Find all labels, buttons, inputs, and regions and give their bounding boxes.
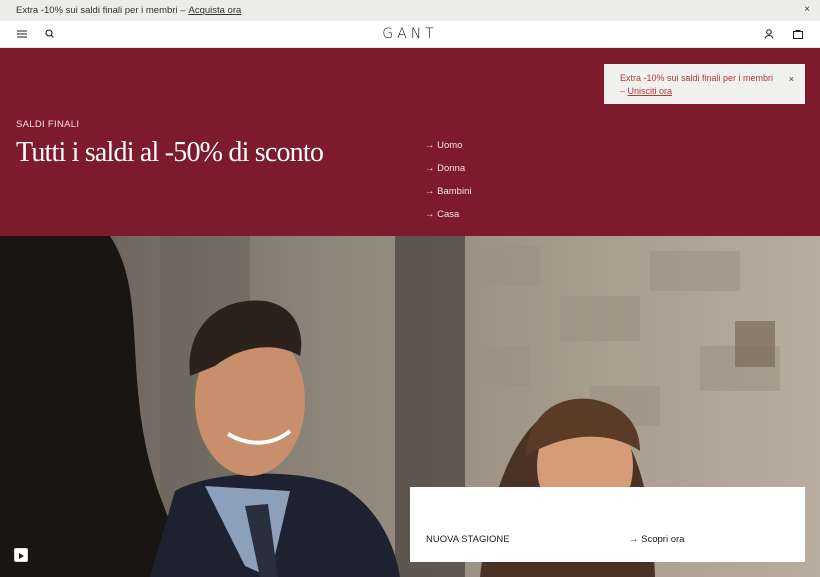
hero-subtitle: SALDI FINALI <box>16 119 80 130</box>
category-link-uomo[interactable]: → Uomo <box>425 140 462 151</box>
bag-icon[interactable] <box>791 27 805 41</box>
category-link-donna[interactable]: → Donna <box>425 163 465 174</box>
toast-close-button[interactable]: × <box>789 73 794 86</box>
new-season-card[interactable]: NUOVA STAGIONE → Scopri ora <box>410 487 805 562</box>
category-label: Donna <box>437 163 466 174</box>
promo-close-button[interactable]: × <box>804 4 810 15</box>
discover-link[interactable]: → Scopri ora <box>629 534 684 545</box>
toast-link[interactable]: Unisciti ora <box>628 86 673 96</box>
promo-text: Extra -10% sui saldi finali per i membri… <box>16 5 186 16</box>
member-toast: Extra -10% sui saldi finali per i membri… <box>604 64 805 104</box>
category-label: Casa <box>437 209 460 220</box>
hero-title: Tutti i saldi al -50% di sconto <box>16 137 324 168</box>
arrow-right-icon: → <box>425 163 435 174</box>
arrow-right-icon: → <box>425 209 435 220</box>
play-icon[interactable] <box>14 548 28 562</box>
discover-label: Scopri ora <box>641 534 685 545</box>
site-header: GANT <box>0 21 820 48</box>
promo-bar: Extra -10% sui saldi finali per i membri… <box>0 0 820 21</box>
account-icon[interactable] <box>762 27 776 41</box>
category-link-bambini[interactable]: → Bambini <box>425 186 471 197</box>
arrow-right-icon: → <box>629 534 639 545</box>
category-link-casa[interactable]: → Casa <box>425 209 459 220</box>
gant-logo[interactable]: GANT <box>0 26 820 42</box>
arrow-right-icon: → <box>425 140 435 151</box>
arrow-right-icon: → <box>425 186 435 197</box>
promo-link[interactable]: Acquista ora <box>188 5 241 16</box>
category-label: Bambini <box>437 186 472 197</box>
category-label: Uomo <box>437 140 463 151</box>
card-label: NUOVA STAGIONE <box>426 534 510 545</box>
